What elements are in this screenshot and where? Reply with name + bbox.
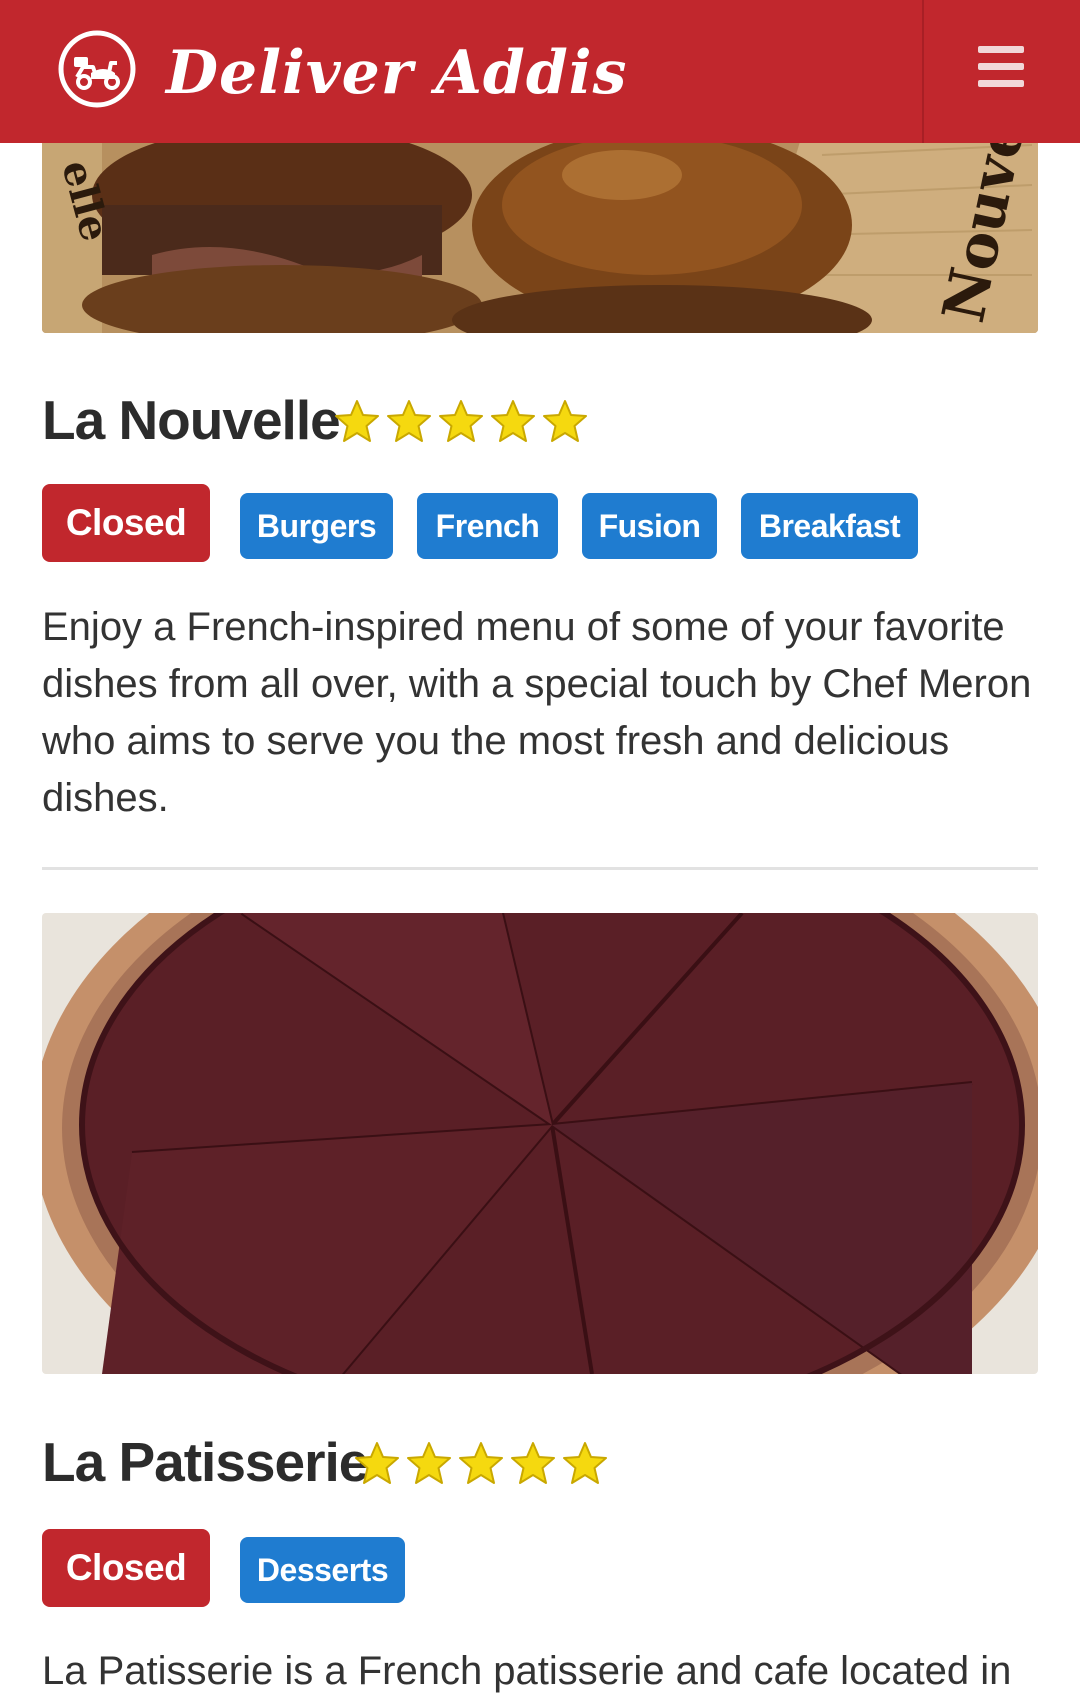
star-icon [509, 1440, 557, 1488]
restaurant-description: Enjoy a French-inspired menu of some of … [42, 605, 1032, 820]
restaurant-description: La Patisserie is a French patisserie and… [42, 1649, 1012, 1693]
star-icon [353, 1440, 401, 1488]
star-icon [385, 398, 433, 446]
rating-stars [333, 398, 593, 446]
brand-title[interactable]: Deliver Addis [166, 38, 627, 108]
star-icon [561, 1440, 609, 1488]
status-badge: Closed [42, 484, 210, 562]
star-icon [457, 1440, 505, 1488]
hamburger-menu-icon[interactable] [978, 46, 1024, 88]
star-icon [405, 1440, 453, 1488]
header-divider [922, 0, 924, 143]
restaurant-photo-la-patisserie[interactable] [42, 913, 1038, 1374]
star-icon [333, 398, 381, 446]
tag-desserts[interactable]: Desserts [240, 1537, 405, 1603]
tag-fusion[interactable]: Fusion [582, 493, 717, 559]
tag-french[interactable]: French [417, 493, 558, 559]
restaurant-name[interactable]: La Patisserie [42, 1430, 369, 1494]
status-badge: Closed [42, 1529, 210, 1607]
app-header: Deliver Addis [0, 0, 1080, 143]
tag-burgers[interactable]: Burgers [240, 493, 393, 559]
divider [42, 867, 1038, 870]
star-icon [437, 398, 485, 446]
scooter-icon[interactable] [57, 29, 137, 109]
tag-breakfast[interactable]: Breakfast [741, 493, 918, 559]
rating-stars [353, 1440, 613, 1488]
star-icon [489, 398, 537, 446]
restaurant-photo-la-nouvelle[interactable]: Nouvelle elle [42, 135, 1038, 333]
star-icon [541, 398, 589, 446]
restaurant-name[interactable]: La Nouvelle [42, 388, 341, 452]
